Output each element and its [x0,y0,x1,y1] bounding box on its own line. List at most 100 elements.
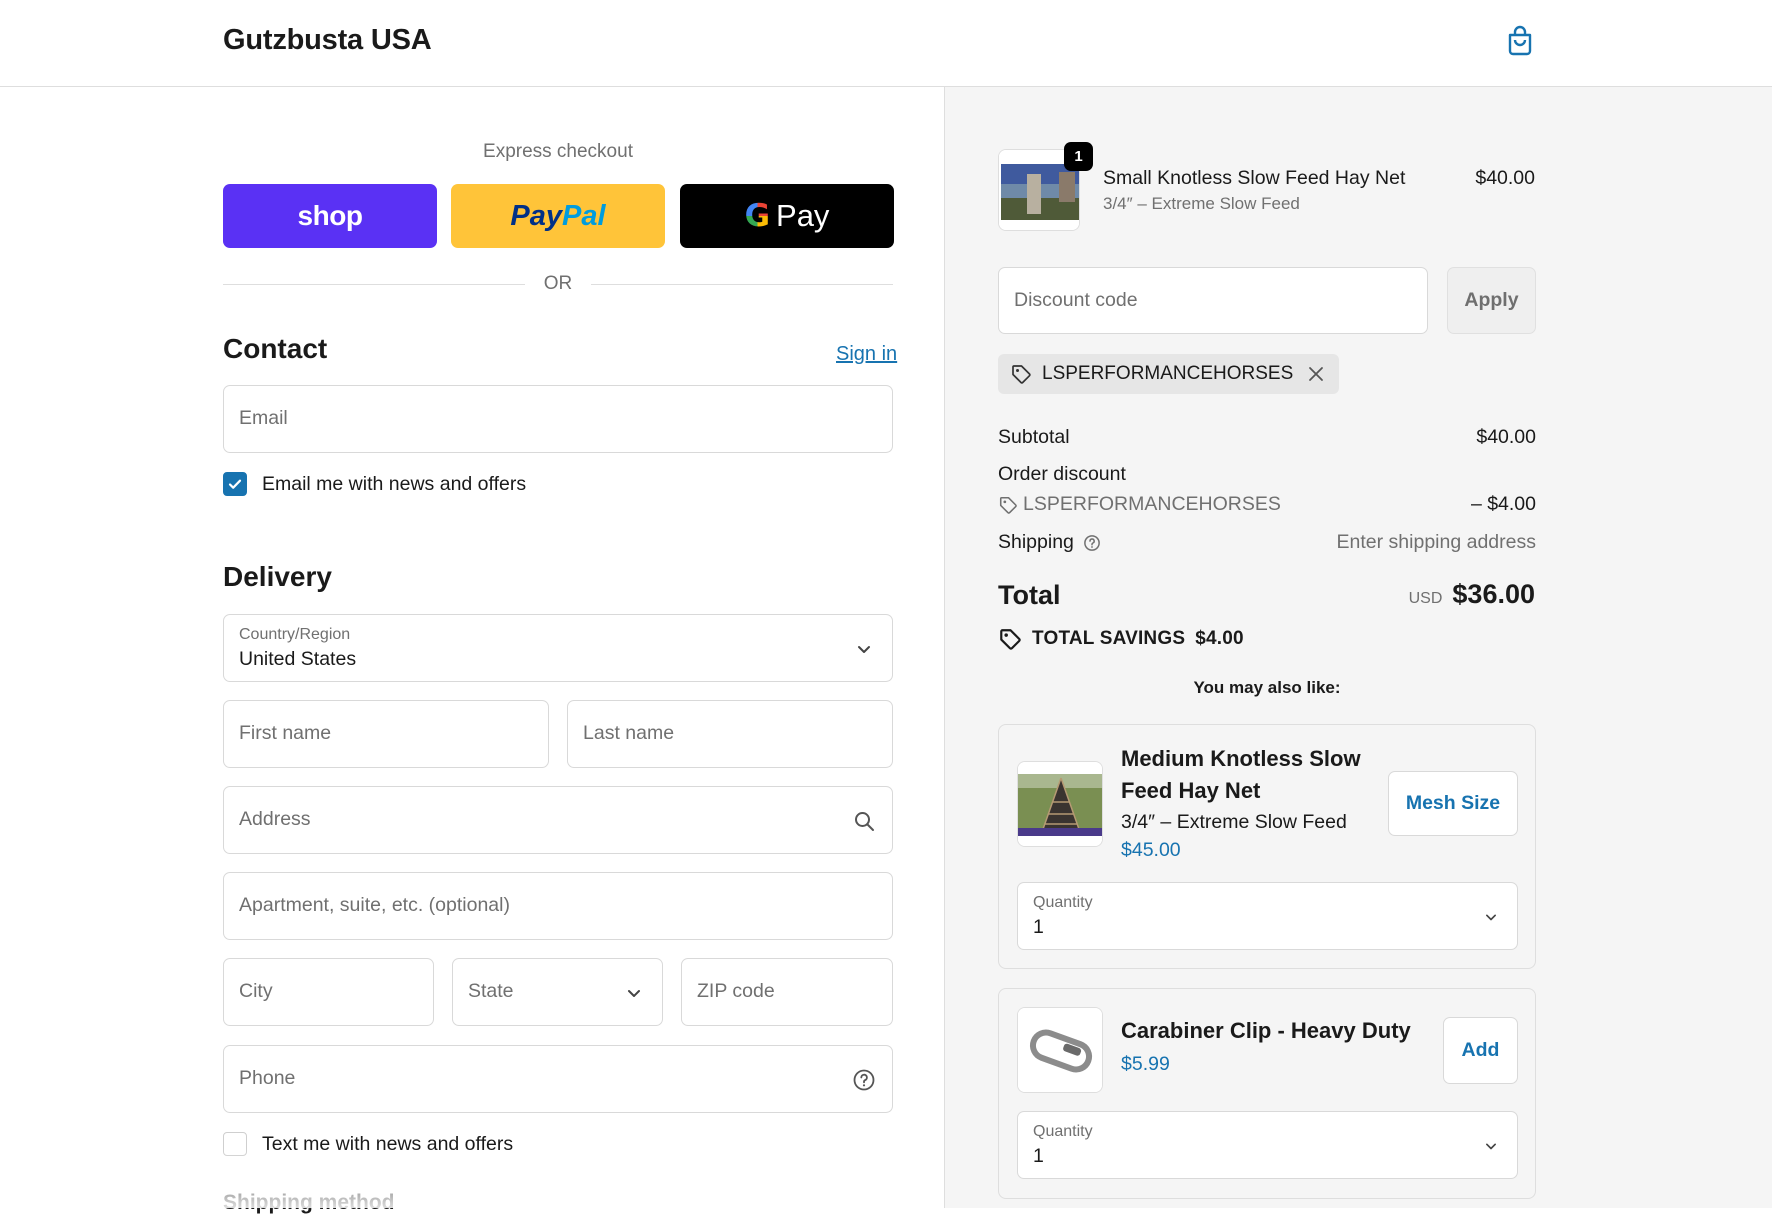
recommendation-card: Medium Knotless Slow Feed Hay Net 3/4″ –… [998,724,1536,969]
subtotal-label: Subtotal [998,426,1070,448]
recommendation-card: Carabiner Clip - Heavy Duty $5.99 Add Qu… [998,988,1536,1199]
shopping-bag-icon[interactable] [1503,24,1537,58]
chevron-down-icon [858,646,870,653]
shop-pay-button[interactable]: shop [223,184,437,248]
chevron-down-icon [628,990,640,997]
phone-placeholder: Phone [239,1067,296,1089]
shop-pay-label: shop [297,200,363,231]
google-g-icon: G [744,198,771,234]
express-checkout-label: Express checkout [483,141,633,162]
savings-tag-icon [1000,629,1021,650]
discount-code-field[interactable]: Discount code [998,267,1428,334]
chevron-down-icon [1486,914,1496,921]
first-name-placeholder: First name [239,722,332,744]
shipping-value: Enter shipping address [1336,531,1536,553]
checkmark-icon [228,479,242,489]
rec-price: $5.99 [1121,1053,1170,1075]
chevron-down-icon [1486,1143,1496,1150]
country-select[interactable]: Country/Region United States [223,614,893,682]
rec-variant: 3/4″ – Extreme Slow Feed [1121,811,1347,833]
first-name-field[interactable]: First name [223,700,549,768]
email-placeholder: Email [239,407,288,429]
discount-code-row: LSPERFORMANCEHORSES – $4.00 [998,493,1536,521]
quantity-label: Quantity [1033,1123,1093,1140]
paypal-label-a: Pay [510,199,563,232]
tag-icon [999,496,1017,514]
rec-thumbnail [1017,1007,1103,1093]
add-button[interactable]: Add [1443,1017,1518,1084]
apartment-placeholder: Apartment, suite, etc. (optional) [239,894,510,916]
rec-name-line2: Feed Hay Net [1121,778,1261,803]
paypal-button[interactable]: Pay Pal [451,184,665,248]
store-name[interactable]: Gutzbusta USA [223,24,432,57]
rec-price: $45.00 [1121,839,1181,861]
paypal-label-b: Pal [562,199,606,232]
item-variant: 3/4″ – Extreme Slow Feed [1103,194,1300,213]
city-field[interactable]: City [223,958,434,1026]
delivery-title: Delivery [223,561,332,592]
last-name-placeholder: Last name [583,722,675,744]
quantity-value: 1 [1033,916,1044,938]
carabiner-image [1018,1008,1102,1092]
checkout-form: Express checkout shop Pay Pal G Pay OR Co… [0,87,944,1214]
discount-code-text: LSPERFORMANCEHORSES [1023,493,1281,515]
state-placeholder: State [468,980,514,1002]
apartment-field[interactable]: Apartment, suite, etc. (optional) [223,872,893,940]
mesh-size-button[interactable]: Mesh Size [1388,771,1518,836]
zip-field[interactable]: ZIP code [681,958,893,1026]
remove-discount-button[interactable] [1307,365,1325,383]
item-quantity-badge: 1 [1064,142,1093,171]
recommendations-title: You may also like: [1193,678,1341,697]
close-icon [1309,367,1324,381]
contact-title: Contact [223,333,328,364]
savings-value: $4.00 [1195,628,1244,649]
address-placeholder: Address [239,808,311,830]
order-summary: 1 Small Knotless Slow Feed Hay Net 3/4″ … [944,87,1772,1208]
total-label: Total [998,580,1061,610]
help-circle-icon[interactable] [852,1068,876,1092]
tag-icon [1012,365,1031,384]
discount-value: – $4.00 [1470,493,1536,515]
order-discount-row: Order discount [998,463,1536,486]
header: Gutzbusta USA [0,0,1772,87]
sign-in-link[interactable]: Sign in [836,343,897,366]
divider-line-right [591,284,893,285]
or-divider: OR [223,273,893,297]
help-circle-icon[interactable] [1083,534,1101,552]
scroll-fade [0,1148,944,1208]
rec-thumbnail [1017,761,1103,847]
total-value: $36.00 [1452,579,1535,609]
discount-code-placeholder: Discount code [1014,289,1138,311]
country-value: United States [239,648,357,670]
item-price: $40.00 [1475,167,1535,189]
country-label: Country/Region [239,626,351,643]
zip-placeholder: ZIP code [697,980,775,1002]
email-field[interactable]: Email [223,385,893,453]
applied-code-text: LSPERFORMANCEHORSES [1042,363,1294,384]
quantity-label: Quantity [1033,894,1093,911]
total-savings: TOTAL SAVINGS $4.00 [998,627,1244,651]
last-name-field[interactable]: Last name [567,700,893,768]
rec-quantity-select[interactable]: Quantity 1 [1017,882,1518,950]
google-pay-button[interactable]: G Pay [680,184,894,248]
shipping-label: Shipping [998,531,1074,553]
rec-name-line1: Medium Knotless Slow [1121,746,1361,771]
email-news-checkbox[interactable] [223,472,247,496]
email-news-checkbox-row[interactable]: Email me with news and offers [223,472,526,496]
state-select[interactable]: State [452,958,663,1026]
rec-quantity-select[interactable]: Quantity 1 [1017,1111,1518,1179]
subtotal-value: $40.00 [1476,426,1536,448]
apply-button[interactable]: Apply [1447,267,1536,334]
item-name: Small Knotless Slow Feed Hay Net [1103,167,1406,189]
address-field[interactable]: Address [223,786,893,854]
email-news-label: Email me with news and offers [262,472,527,495]
search-icon[interactable] [852,809,876,833]
medium-hay-net-image [1018,762,1102,846]
phone-field[interactable]: Phone [223,1045,893,1113]
order-discount-label: Order discount [998,463,1126,485]
total-amount: USD $36.00 [1409,579,1535,610]
google-pay-label: Pay [776,198,830,233]
quantity-value: 1 [1033,1145,1044,1167]
rec-name: Carabiner Clip - Heavy Duty [1121,1018,1411,1043]
total-currency: USD [1408,590,1443,607]
